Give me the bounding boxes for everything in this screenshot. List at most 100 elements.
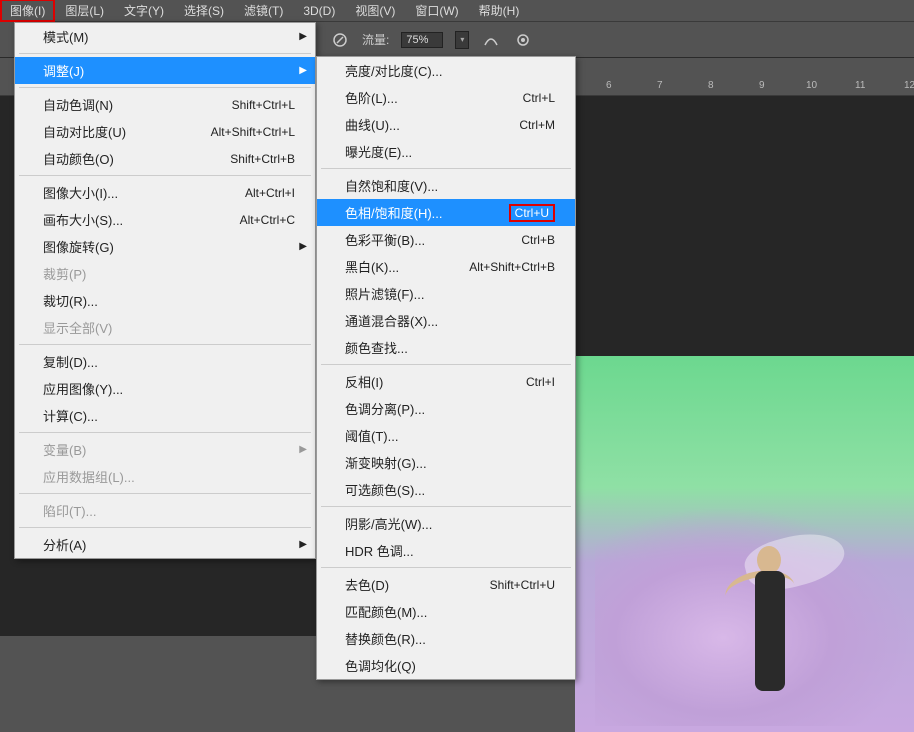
adjust-menu-item[interactable]: 照片滤镜(F)... (317, 280, 575, 307)
ruler-tick: 9 (759, 80, 765, 91)
adjust-menu-item[interactable]: 替换颜色(R)... (317, 625, 575, 652)
menu-item-label: 渐变映射(G)... (345, 453, 427, 472)
menu-item-label: 阈值(T)... (345, 426, 398, 445)
ruler-tick: 6 (606, 80, 612, 91)
adjust-menu-item[interactable]: 色相/饱和度(H)... Ctrl+U (317, 199, 575, 226)
menu-item-shortcut: Alt+Ctrl+C (240, 213, 295, 227)
image-menu-item[interactable]: 模式(M) ▶ (15, 23, 315, 50)
image-menu-item: 变量(B)▶ (15, 436, 315, 463)
menu-item-label: 裁切(R)... (43, 291, 98, 310)
image-menu-item[interactable]: 画布大小(S)...Alt+Ctrl+C (15, 206, 315, 233)
image-menu-item[interactable]: 图像旋转(G) ▶ (15, 233, 315, 260)
menu-item-label: 阴影/高光(W)... (345, 514, 432, 533)
menu-layer[interactable]: 图层(L) (55, 0, 114, 22)
menu-item-shortcut: Alt+Shift+Ctrl+L (211, 125, 295, 139)
image-menu-item[interactable]: 复制(D)... (15, 348, 315, 375)
image-menu-item[interactable]: 自动颜色(O)Shift+Ctrl+B (15, 145, 315, 172)
adjust-menu-item[interactable]: 曝光度(E)... (317, 138, 575, 165)
menu-help[interactable]: 帮助(H) (469, 0, 530, 22)
menu-image[interactable]: 图像(I) (0, 0, 55, 22)
menubar: 图像(I) 图层(L) 文字(Y) 选择(S) 滤镜(T) 3D(D) 视图(V… (0, 0, 914, 22)
tablet-pressure-icon[interactable] (513, 30, 533, 50)
menu-filter[interactable]: 滤镜(T) (234, 0, 293, 22)
flow-input[interactable] (401, 32, 443, 48)
menu-item-label: 自然饱和度(V)... (345, 176, 438, 195)
adjust-menu-item[interactable]: 匹配颜色(M)... (317, 598, 575, 625)
image-menu-item[interactable]: 自动对比度(U) Alt+Shift+Ctrl+L (15, 118, 315, 145)
menu-view[interactable]: 视图(V) (345, 0, 405, 22)
menu-item-label: 曝光度(E)... (345, 142, 412, 161)
adjust-menu-item[interactable]: 自然饱和度(V)... (317, 172, 575, 199)
ruler-tick: 10 (806, 80, 817, 91)
ruler-tick: 12 (904, 80, 914, 91)
menu-item-shortcut: Alt+Ctrl+I (245, 186, 295, 200)
submenu-arrow-icon: ▶ (299, 241, 307, 252)
menu-item-label: 复制(D)... (43, 352, 98, 371)
menu-item-label: 自动对比度(U) (43, 122, 126, 141)
menu-select[interactable]: 选择(S) (174, 0, 234, 22)
adjust-menu-item[interactable]: 去色(D) Shift+Ctrl+U (317, 571, 575, 598)
adjust-menu-item[interactable]: 渐变映射(G)... (317, 449, 575, 476)
menu-window[interactable]: 窗口(W) (405, 0, 468, 22)
menu-item-label: 照片滤镜(F)... (345, 284, 424, 303)
adjust-menu-item[interactable]: 色调分离(P)... (317, 395, 575, 422)
menu-item-label: 显示全部(V) (43, 318, 112, 337)
adjust-menu-item[interactable]: 黑白(K)...Alt+Shift+Ctrl+B (317, 253, 575, 280)
adjust-menu-item[interactable]: 反相(I) Ctrl+I (317, 368, 575, 395)
menu-item-label: 色相/饱和度(H)... (345, 203, 443, 222)
menu-item-label: 色调分离(P)... (345, 399, 425, 418)
adjust-menu-item[interactable]: 色彩平衡(B)... Ctrl+B (317, 226, 575, 253)
adjust-menu-item[interactable]: 阴影/高光(W)... (317, 510, 575, 537)
menu-item-shortcut: Ctrl+U (509, 204, 555, 222)
image-menu-item[interactable]: 分析(A)▶ (15, 531, 315, 558)
adjust-menu-item[interactable]: 阈值(T)... (317, 422, 575, 449)
menu-item-label: 颜色查找... (345, 338, 408, 357)
pressure-icon[interactable] (330, 30, 350, 50)
ruler-tick: 7 (657, 80, 663, 91)
airbrush-icon[interactable] (481, 30, 501, 50)
menu-item-shortcut: Alt+Shift+Ctrl+B (469, 260, 555, 274)
ruler-tick: 11 (855, 80, 865, 91)
menu-item-shortcut: Ctrl+B (521, 233, 555, 247)
menu-item-shortcut: Shift+Ctrl+U (490, 578, 555, 592)
image-menu-item[interactable]: 裁切(R)... (15, 287, 315, 314)
menu-text[interactable]: 文字(Y) (114, 0, 174, 22)
menu-item-label: 去色(D) (345, 575, 389, 594)
menu-item-shortcut: Ctrl+L (523, 91, 555, 105)
image-menu-item[interactable]: 自动色调(N) Shift+Ctrl+L (15, 91, 315, 118)
menu-item-label: 调整(J) (43, 61, 84, 80)
menu-item-label: 应用数据组(L)... (43, 467, 135, 486)
menu-item-label: 分析(A) (43, 535, 86, 554)
adjust-menu-item[interactable]: HDR 色调... (317, 537, 575, 564)
adjust-menu-item[interactable]: 色调均化(Q) (317, 652, 575, 679)
adjust-menu-item[interactable]: 色阶(L)... Ctrl+L (317, 84, 575, 111)
image-menu-item[interactable]: 调整(J) ▶ (15, 57, 315, 84)
menu-item-label: 通道混合器(X)... (345, 311, 438, 330)
menu-item-label: 裁剪(P) (43, 264, 86, 283)
menu-item-shortcut: Shift+Ctrl+L (232, 98, 295, 112)
adjust-menu-item[interactable]: 亮度/对比度(C)... (317, 57, 575, 84)
submenu-arrow-icon: ▶ (299, 31, 307, 42)
adjust-menu-item[interactable]: 可选颜色(S)... (317, 476, 575, 503)
ruler-tick: 8 (708, 80, 714, 91)
image-menu-item[interactable]: 计算(C)... (15, 402, 315, 429)
adjust-menu-item[interactable]: 曲线(U)...Ctrl+M (317, 111, 575, 138)
image-menu-item[interactable]: 应用图像(Y)... (15, 375, 315, 402)
menu-3d[interactable]: 3D(D) (293, 1, 345, 21)
adjust-menu-item[interactable]: 通道混合器(X)... (317, 307, 575, 334)
adjust-menu-item[interactable]: 颜色查找... (317, 334, 575, 361)
menu-item-label: 反相(I) (345, 372, 383, 391)
menu-item-label: 模式(M) (43, 27, 89, 46)
image-menu-dropdown: 模式(M) ▶ 调整(J) ▶ 自动色调(N) Shift+Ctrl+L 自动对比度(U) A… (14, 22, 316, 559)
menu-item-label: 图像旋转(G) (43, 237, 114, 256)
menu-item-shortcut: Ctrl+I (526, 375, 555, 389)
menu-item-label: 色阶(L)... (345, 88, 398, 107)
menu-item-label: 色彩平衡(B)... (345, 230, 425, 249)
menu-item-label: 曲线(U)... (345, 115, 400, 134)
image-menu-item[interactable]: 图像大小(I)...Alt+Ctrl+I (15, 179, 315, 206)
submenu-arrow-icon: ▶ (299, 65, 307, 76)
flow-dropdown[interactable]: ▾ (455, 31, 469, 49)
menu-item-label: 应用图像(Y)... (43, 379, 123, 398)
menu-item-label: 亮度/对比度(C)... (345, 61, 443, 80)
menu-item-label: 自动色调(N) (43, 95, 113, 114)
